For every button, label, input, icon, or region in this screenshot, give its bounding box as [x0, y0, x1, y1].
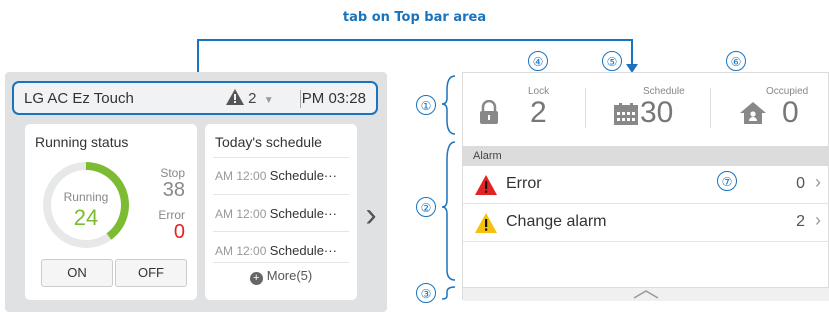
divider [213, 194, 349, 195]
alarm-label: Error [506, 175, 542, 192]
divider [213, 262, 349, 263]
calendar-icon [614, 103, 638, 130]
caption: tab on Top bar area [342, 10, 487, 25]
top-bar-alarm[interactable]: 2 ▼ [226, 89, 274, 109]
error-value: 0 [173, 221, 185, 243]
occupied-value[interactable]: 0 [782, 96, 799, 130]
stop-value: 38 [162, 179, 185, 201]
clock-time: PM 03:28 [301, 90, 366, 107]
schedule-value[interactable]: 30 [640, 96, 673, 130]
callout-5: ⑤ [602, 51, 622, 71]
more-button[interactable]: + More(5) [205, 268, 357, 285]
divider [213, 231, 349, 232]
divider [585, 88, 586, 128]
divider [213, 157, 349, 158]
lock-icon [478, 99, 500, 129]
schedule-item[interactable]: AM 12:00 Schedule··· [215, 168, 337, 183]
callout-6: ⑥ [726, 51, 746, 71]
alarm-row-change[interactable]: Change alarm 2 › [463, 204, 829, 242]
callout-3: ③ [416, 283, 436, 303]
chevron-up-icon[interactable] [463, 288, 829, 301]
todays-schedule-panel[interactable]: Today's schedule AM 12:00 Schedule··· AM… [205, 124, 357, 300]
off-button[interactable]: OFF [115, 259, 187, 287]
running-label: Running [63, 190, 109, 204]
schedule-item[interactable]: AM 12:00 Schedule··· [215, 206, 337, 221]
callout-7: ⑦ [717, 171, 737, 191]
on-button[interactable]: ON [41, 259, 113, 287]
divider [710, 88, 711, 128]
alarm-count: 2 [796, 213, 805, 230]
alarm-count: 0 [796, 175, 805, 192]
more-label: More(5) [266, 268, 313, 283]
plus-icon: + [249, 272, 263, 285]
panel-title: Running status [35, 134, 129, 150]
running-status-panel[interactable]: Running status Running 24 Stop 38 Error … [25, 124, 197, 300]
chevron-right-icon[interactable]: › [815, 210, 821, 231]
error-label: Error [158, 208, 185, 222]
alarm-row-error[interactable]: Error 0 › [463, 166, 829, 204]
chevron-right-icon[interactable]: › [357, 195, 385, 235]
app-title: LG AC Ez Touch [24, 90, 134, 107]
warning-triangle-icon [475, 213, 497, 238]
stop-label: Stop [160, 166, 185, 180]
top-bar[interactable]: LG AC Ez Touch 2 ▼ PM 03:28 [12, 81, 378, 115]
callout-4: ④ [528, 51, 548, 71]
chevron-right-icon[interactable]: › [815, 172, 821, 193]
running-value: 24 [73, 205, 99, 230]
bottom-bar[interactable] [463, 287, 829, 301]
alarm-count: 2 [248, 90, 257, 107]
house-icon [740, 102, 766, 129]
panel-title: Today's schedule [215, 134, 322, 150]
error-triangle-icon [475, 175, 497, 200]
schedule-item[interactable]: AM 12:00 Schedule··· [215, 243, 337, 258]
callout-1: ① [416, 95, 436, 115]
lock-value[interactable]: 2 [530, 96, 547, 130]
alarm-header: Alarm [463, 146, 829, 166]
alarm-label: Change alarm [506, 213, 607, 230]
warning-triangle-icon [226, 89, 244, 109]
callout-2: ② [416, 197, 436, 217]
chevron-down-icon[interactable]: ▼ [264, 95, 274, 106]
